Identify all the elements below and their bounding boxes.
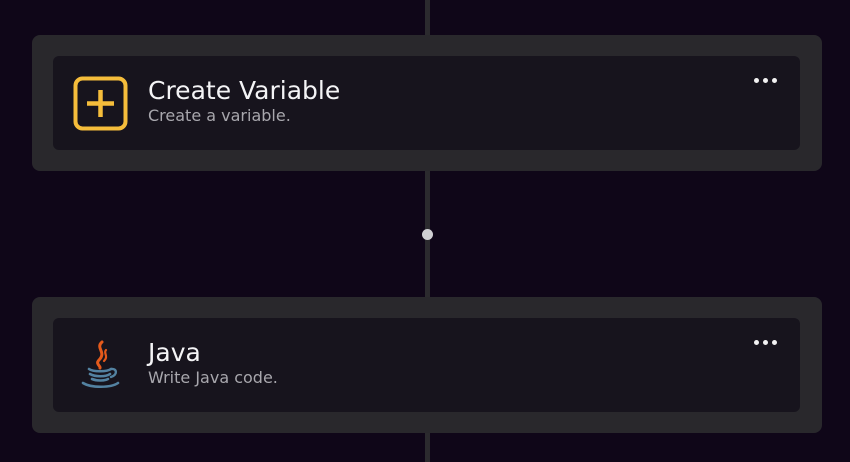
workflow-node-create-variable[interactable]: Create Variable Create a variable. [32,35,822,171]
connector-line-top [425,0,430,36]
more-dots-icon [753,77,759,83]
more-options-button[interactable] [748,328,782,356]
more-options-button[interactable] [748,66,782,94]
workflow-node-java[interactable]: Java Write Java code. [32,297,822,433]
more-dots-icon [753,339,759,345]
node-description: Create a variable. [148,106,291,125]
java-icon [73,338,128,393]
node-card[interactable]: Create Variable Create a variable. [53,56,800,150]
more-dots-icon [762,339,768,345]
add-step-connector-dot[interactable] [422,229,433,240]
node-description: Write Java code. [148,368,278,387]
node-title: Create Variable [148,76,341,105]
more-dots-icon [762,77,768,83]
connector-line-bottom [425,432,430,462]
plus-square-icon [73,76,128,131]
node-card[interactable]: Java Write Java code. [53,318,800,412]
more-dots-icon [771,339,777,345]
node-title: Java [148,338,201,367]
more-dots-icon [771,77,777,83]
workflow-canvas: Create Variable Create a variable. Java … [0,0,850,462]
